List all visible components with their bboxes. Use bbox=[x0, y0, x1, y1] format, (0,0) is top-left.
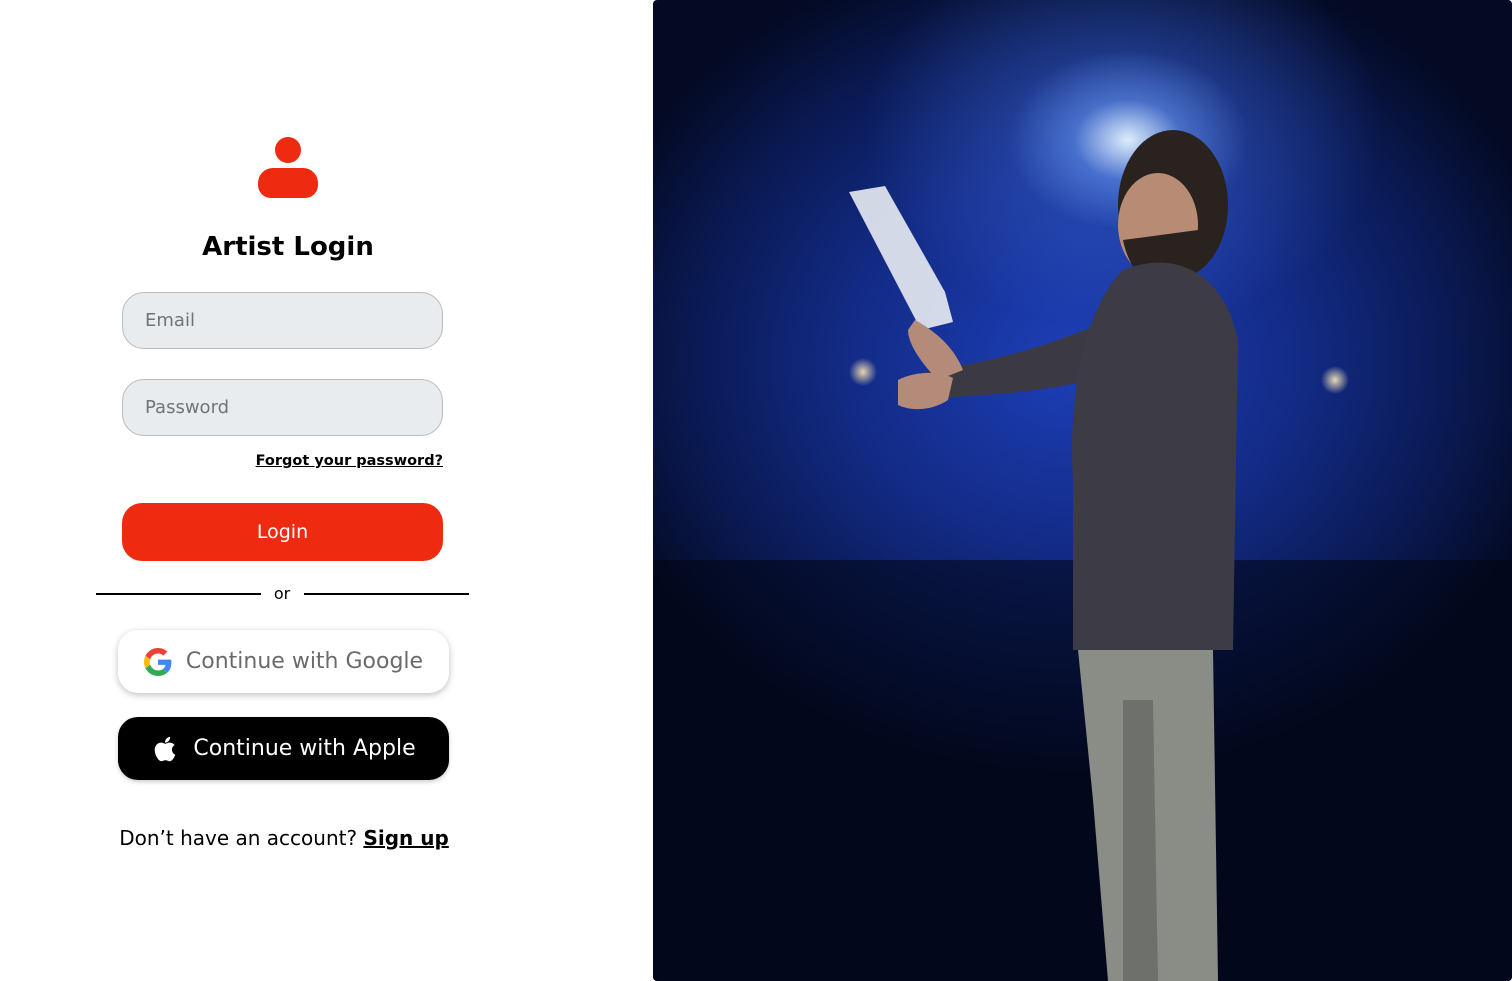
password-field[interactable] bbox=[122, 379, 443, 436]
login-button[interactable]: Login bbox=[122, 503, 443, 561]
signup-link[interactable]: Sign up bbox=[363, 826, 448, 850]
signup-prompt: Don’t have an account? bbox=[119, 826, 358, 850]
user-icon bbox=[257, 137, 319, 199]
user-icon-body bbox=[258, 168, 318, 198]
continue-with-apple-button[interactable]: Continue with Apple bbox=[118, 717, 449, 780]
apple-icon bbox=[151, 735, 179, 763]
forgot-password-link[interactable]: Forgot your password? bbox=[122, 453, 443, 469]
continue-with-google-button[interactable]: Continue with Google bbox=[118, 630, 449, 693]
login-panel: Artist Login Forgot your password? Login… bbox=[0, 0, 653, 981]
page-title: Artist Login bbox=[202, 232, 374, 262]
signup-row: Don’t have an account? Sign up bbox=[0, 826, 568, 850]
apple-button-label: Continue with Apple bbox=[193, 736, 416, 761]
performer-illustration bbox=[653, 130, 1512, 981]
divider-text: or bbox=[273, 584, 291, 603]
divider-line-left bbox=[96, 593, 261, 595]
email-field[interactable] bbox=[122, 292, 443, 349]
google-button-label: Continue with Google bbox=[185, 649, 424, 674]
user-icon-head bbox=[275, 137, 301, 163]
hero-image bbox=[653, 0, 1512, 981]
divider-line-right bbox=[304, 593, 469, 595]
google-icon bbox=[143, 647, 172, 676]
